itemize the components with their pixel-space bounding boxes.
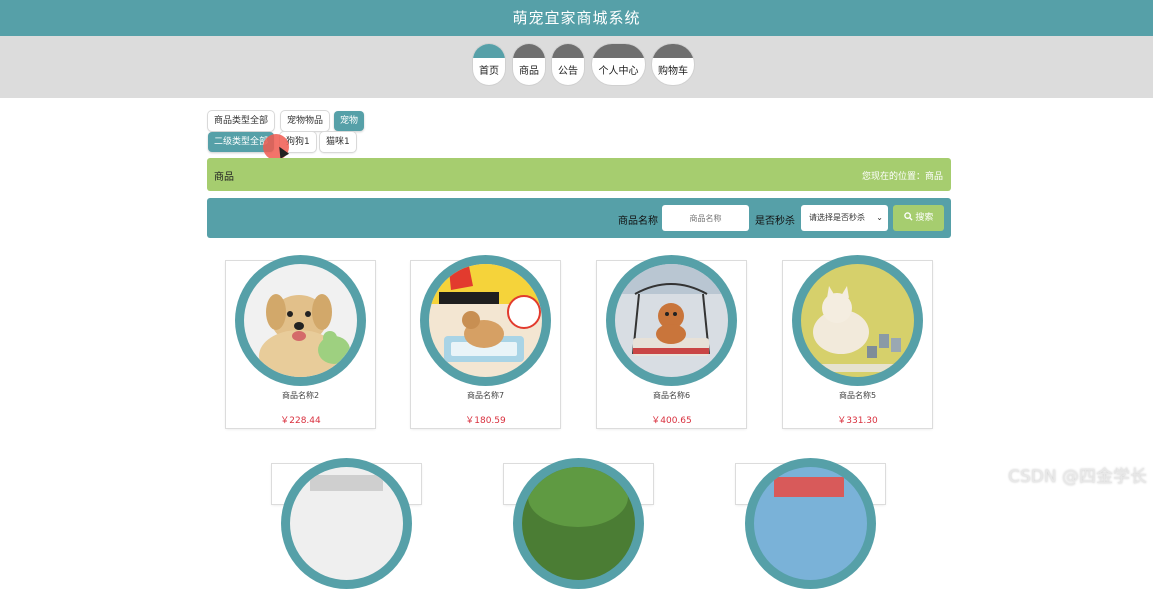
search-icon bbox=[903, 212, 916, 223]
product-image-frame bbox=[792, 255, 923, 386]
product-image-frame bbox=[513, 458, 644, 589]
product-image-frame bbox=[420, 255, 551, 386]
nav-profile[interactable]: 个人中心 bbox=[592, 44, 645, 85]
product-image-poodle-swing[interactable] bbox=[615, 264, 728, 377]
product-price: ￥228.44 bbox=[280, 416, 321, 426]
product-name-input[interactable] bbox=[662, 205, 749, 231]
filter-pet-supplies[interactable]: 宠物物品 bbox=[281, 111, 330, 131]
nav-profile-label: 个人中心 bbox=[598, 66, 639, 77]
filter-pets[interactable]: 宠物 bbox=[334, 111, 365, 131]
search-bar: 商品名称 是否秒杀 请选择是否秒杀 ⌄ 搜索 bbox=[207, 198, 951, 238]
nav-cart-label: 购物车 bbox=[658, 66, 688, 77]
product-card[interactable]: 商品名称7 ￥180.59 bbox=[411, 255, 560, 428]
nav-products-label: 商品 bbox=[519, 66, 539, 77]
seckill-label: 是否秒杀 bbox=[755, 216, 795, 227]
product-card[interactable] bbox=[272, 458, 421, 589]
product-name: 商品名称6 bbox=[652, 391, 691, 400]
app-header: 萌宠宜家商城系统 bbox=[0, 0, 1153, 36]
search-button[interactable]: 搜索 bbox=[893, 205, 944, 231]
breadcrumb-location: 您现在的位置：商品 bbox=[861, 172, 943, 182]
product-image-frame bbox=[281, 458, 412, 589]
product-card[interactable]: 商品名称5 ￥331.30 bbox=[783, 255, 932, 428]
product-name: 商品名称2 bbox=[281, 391, 320, 400]
chevron-down-icon: ⌄ bbox=[876, 213, 883, 222]
nav-announcements-label: 公告 bbox=[558, 66, 578, 77]
product-card[interactable]: 商品名称2 ￥228.44 bbox=[226, 255, 375, 428]
product-image-partial[interactable] bbox=[754, 467, 867, 580]
name-label: 商品名称 bbox=[618, 216, 658, 227]
nav-home[interactable]: 首页 bbox=[473, 44, 505, 85]
product-name: 商品名称5 bbox=[838, 391, 877, 400]
product-price: ￥331.30 bbox=[837, 416, 878, 426]
product-card[interactable]: 商品名称6 ￥400.65 bbox=[597, 255, 746, 428]
product-price: ￥180.59 bbox=[465, 416, 506, 426]
seckill-select[interactable]: 请选择是否秒杀 ⌄ bbox=[801, 205, 888, 231]
product-name: 商品名称7 bbox=[466, 391, 505, 400]
product-card[interactable] bbox=[504, 458, 653, 589]
filter-type-all[interactable]: 商品类型全部 bbox=[208, 111, 275, 131]
product-card[interactable] bbox=[736, 458, 885, 589]
nav-cart[interactable]: 购物车 bbox=[652, 44, 694, 85]
nav-products[interactable]: 商品 bbox=[513, 44, 545, 85]
nav-announcements[interactable]: 公告 bbox=[552, 44, 584, 85]
product-image-cat-cans[interactable] bbox=[801, 264, 914, 377]
product-image-frame bbox=[745, 458, 876, 589]
product-image-partial[interactable] bbox=[290, 467, 403, 580]
product-image-golden-retriever[interactable] bbox=[244, 264, 357, 377]
breadcrumb: 商品 您现在的位置：商品 bbox=[207, 158, 951, 191]
filter-cats[interactable]: 猫咪1 bbox=[320, 132, 356, 152]
product-image-partial[interactable] bbox=[522, 467, 635, 580]
page-title: 商品 bbox=[214, 172, 234, 183]
watermark: CSDN @四金学长 bbox=[1008, 467, 1147, 487]
main-nav: 首页 商品 公告 个人中心 购物车 bbox=[0, 36, 1153, 98]
app-title: 萌宠宜家商城系统 bbox=[512, 9, 641, 27]
search-button-label: 搜索 bbox=[915, 213, 934, 223]
product-image-frame bbox=[606, 255, 737, 386]
seckill-select-value: 请选择是否秒杀 bbox=[809, 213, 865, 222]
nav-home-label: 首页 bbox=[479, 66, 499, 77]
product-image-pee-pad[interactable] bbox=[429, 264, 542, 377]
product-price: ￥400.65 bbox=[651, 416, 692, 426]
product-image-frame bbox=[235, 255, 366, 386]
